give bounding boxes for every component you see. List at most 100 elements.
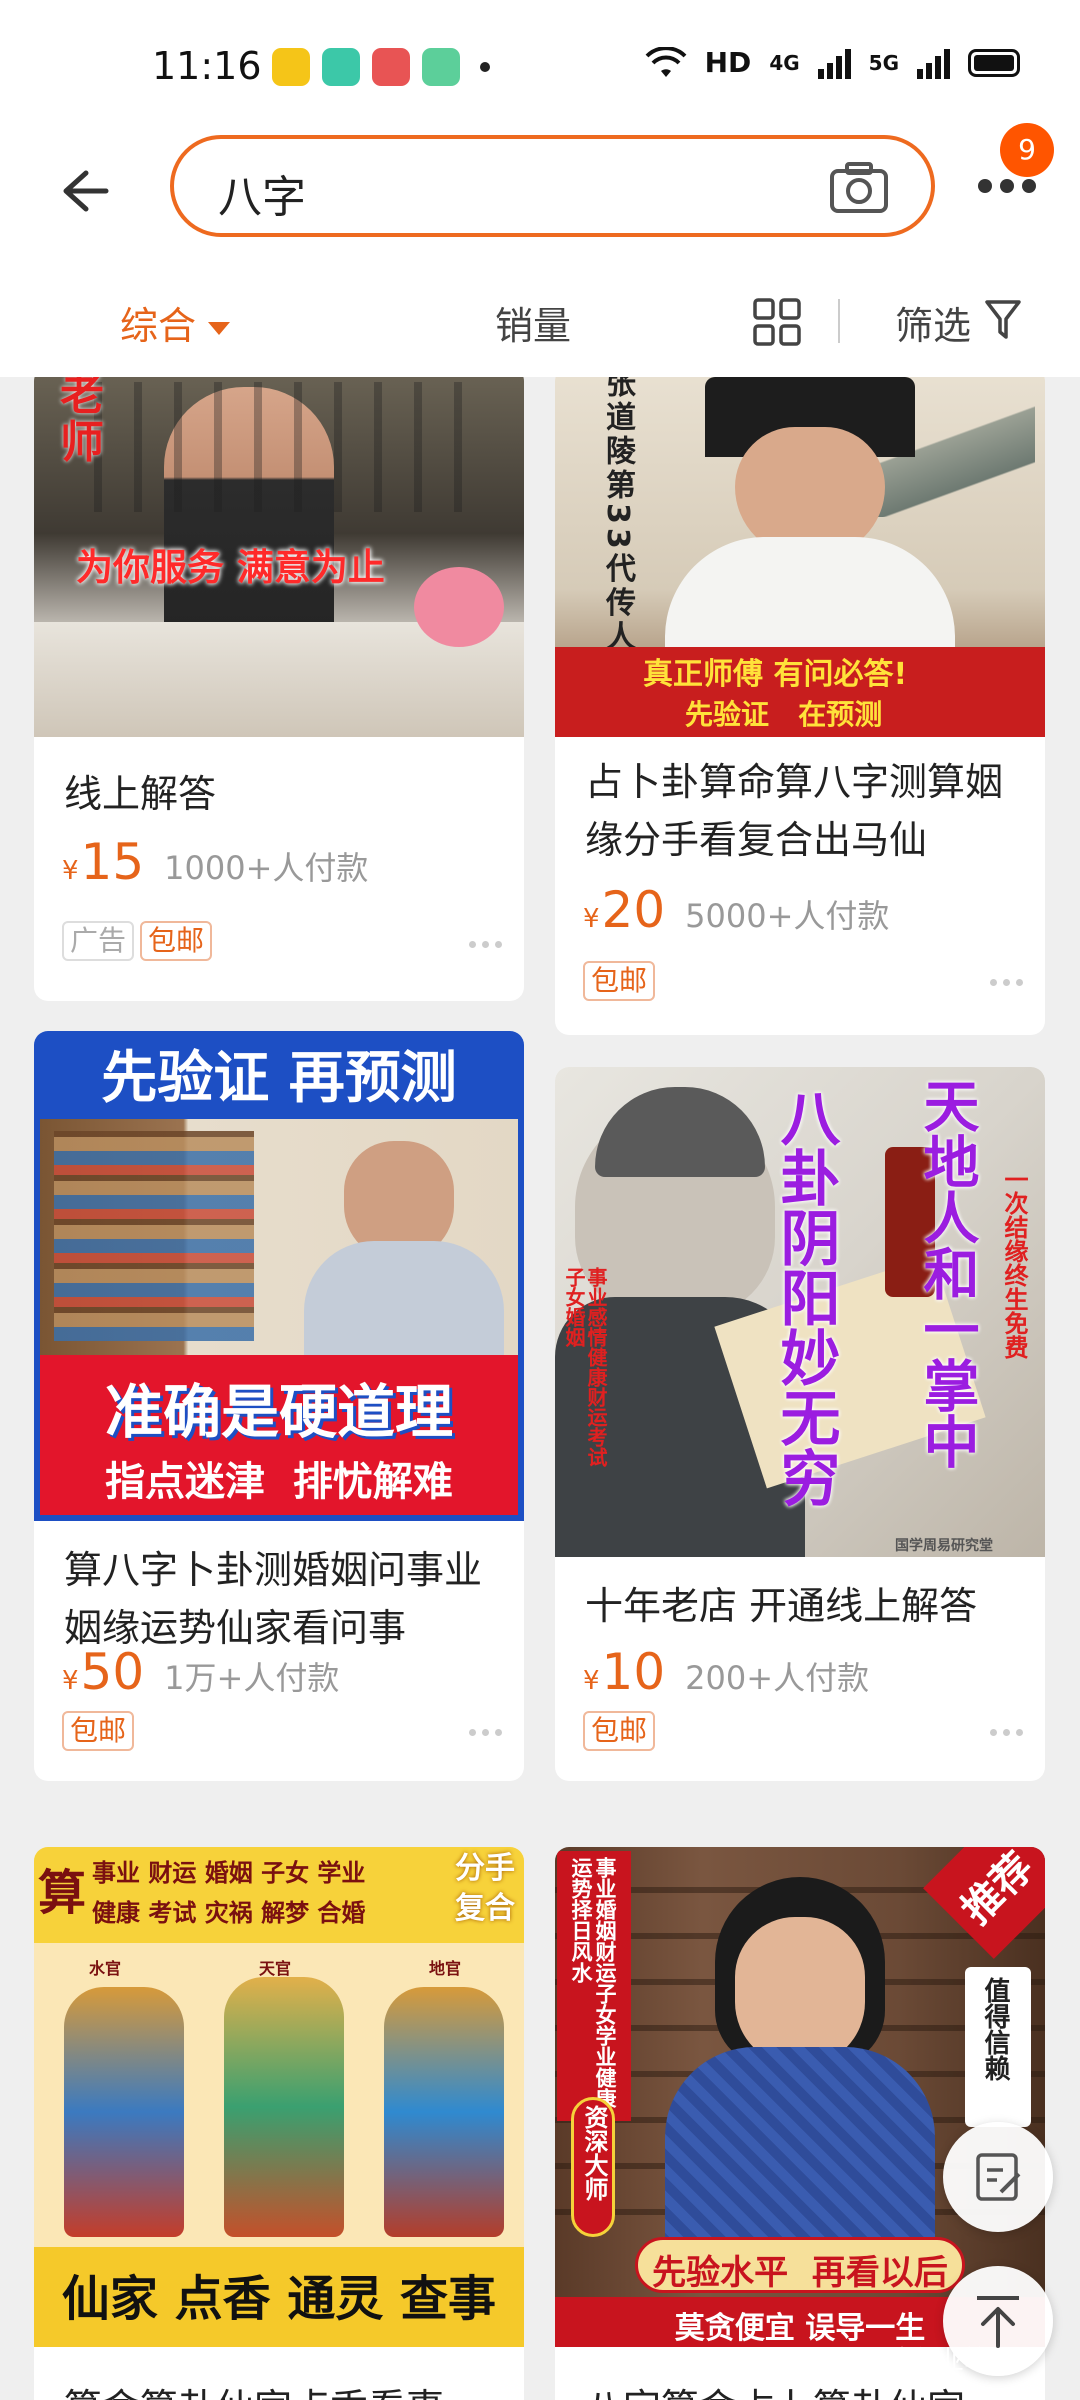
image-overlay-text: 先验水平 再看以后 (652, 2253, 948, 2293)
battery-icon (968, 48, 1020, 77)
product-card[interactable]: 先验证 再预测 准确是硬道理 指点迷津 排忧解难 算八字卜卦测婚姻问事业姻缘运势… (34, 1031, 524, 1781)
image-overlay-text: 指点迷津 排忧解难 (105, 1459, 453, 1505)
image-overlay-text: 八卦阴阳妙无穷 (770, 1087, 840, 1507)
more-options-icon[interactable] (469, 941, 502, 948)
product-image[interactable]: 老 师 为你服务 满意为止 (34, 377, 524, 737)
sales-count: 1000+人付款 (164, 849, 369, 887)
product-title[interactable]: 算八字卜卦测婚姻问事业姻缘运势仙家看问事 (64, 1541, 504, 1657)
price-row: ¥50 1万+人付款 (62, 1643, 339, 1701)
image-overlay-text: 水官 (89, 1959, 122, 1978)
app-notification-icon (272, 48, 310, 86)
currency-symbol: ¥ (62, 1666, 79, 1696)
product-card[interactable]: 张道陵第33代传人 真正师傅 有问必答! 先验证 在预测 占卜卦算命算八字测算姻… (555, 377, 1045, 1035)
image-overlay-text: 地官 (429, 1959, 462, 1978)
sort-bar: 综合 销量 筛选 (0, 265, 1080, 377)
product-tags: 包邮 (62, 1711, 135, 1751)
image-overlay-text: 健康 考试 灾祸 解梦 合婚 (92, 1899, 366, 1927)
image-overlay-text: 一次结缘终生免费 (1000, 1167, 1028, 1359)
product-price: 10 (601, 1643, 666, 1701)
signal-icon (817, 47, 851, 79)
image-overlay-text: 先验证 在预测 (685, 698, 883, 731)
5g-label: 5G (868, 50, 899, 75)
image-overlay-text: 师 (60, 417, 104, 468)
calendar-notification-icon (372, 48, 410, 86)
notification-icons (272, 48, 490, 86)
image-overlay-text: 值得信赖 (980, 1977, 1010, 2081)
filter-button[interactable]: 筛选 (895, 295, 971, 350)
free-shipping-tag: 包邮 (583, 1711, 656, 1751)
currency-symbol: ¥ (583, 1666, 600, 1696)
image-overlay-text: 真正师傅 有问必答! (643, 657, 908, 692)
filter-icon[interactable] (985, 299, 1021, 341)
price-row: ¥20 5000+人付款 (583, 881, 889, 939)
free-shipping-tag: 包邮 (140, 921, 213, 961)
product-price: 50 (80, 1643, 145, 1701)
image-overlay-text: 老 (60, 377, 104, 420)
product-card[interactable]: 老 师 为你服务 满意为止 线上解答 ¥15 1000+人付款 广告 包邮 (34, 377, 524, 1001)
edit-note-icon (976, 2153, 1021, 2201)
status-bar: 11:16 HD 4G 5G (0, 0, 1080, 135)
app-notification-icon (422, 48, 460, 86)
price-row: ¥10 200+人付款 (583, 1643, 869, 1701)
product-title[interactable]: 八字算命占卜算卦仙家 (585, 2379, 1025, 2400)
product-title[interactable]: 十年老店 开通线上解答 (585, 1577, 1025, 1635)
ad-tag: 广告 (62, 921, 135, 961)
image-overlay-text: 算 (38, 1865, 87, 1921)
message-count-badge: 9 (1000, 123, 1054, 177)
more-options-icon[interactable] (469, 1729, 502, 1736)
more-options-icon[interactable] (990, 979, 1023, 986)
image-overlay-text: 分手 复合 (455, 1851, 515, 1926)
wifi-icon (645, 46, 687, 77)
product-price: 20 (601, 881, 666, 939)
product-card[interactable]: 八卦阴阳妙无穷 天地人和一掌中 一次结缘终生免费 事业感情健康财运考试子女婚姻 … (555, 1067, 1045, 1781)
image-overlay-text: 事业婚姻财运子女学业健康运势择日风水 (569, 1857, 617, 2109)
more-menu-button[interactable] (978, 179, 1036, 193)
tab-label: 综合 (120, 304, 197, 348)
price-row: ¥15 1000+人付款 (62, 833, 368, 891)
hd-label: HD (704, 46, 752, 79)
sales-count: 200+人付款 (685, 1659, 870, 1697)
image-overlay-text: 为你服务 满意为止 (76, 546, 385, 589)
product-title[interactable]: 算命算卦仙家点香看事 (64, 2379, 504, 2400)
product-image[interactable]: 算 事业 财运 婚姻 子女 学业 健康 考试 灾祸 解梦 合婚 分手 复合 水官… (34, 1847, 524, 2347)
image-overlay-text: 天官 (259, 1959, 292, 1978)
4g-label: 4G (769, 50, 800, 75)
image-overlay-text: 张道陵第33代传人 (600, 377, 635, 655)
product-image[interactable]: 先验证 再预测 准确是硬道理 指点迷津 排忧解难 (34, 1031, 524, 1521)
camera-icon[interactable] (829, 161, 889, 215)
tab-sales[interactable]: 销量 (495, 295, 571, 350)
product-price: 15 (80, 833, 145, 891)
image-overlay-text: 事业 财运 婚姻 子女 学业 (92, 1859, 366, 1887)
image-overlay-text: 国学周易研究堂 (895, 1538, 993, 1554)
product-title[interactable]: 线上解答 (64, 765, 504, 823)
image-overlay-text: 先验证 再预测 (101, 1046, 457, 1111)
product-card[interactable]: 算 事业 财运 婚姻 子女 学业 健康 考试 灾祸 解梦 合婚 分手 复合 水官… (34, 1847, 524, 2400)
image-overlay-text: 事业感情健康财运考试子女婚姻 (562, 1267, 608, 1467)
free-shipping-tag: 包邮 (62, 1711, 135, 1751)
image-overlay-text: 资深大师 (580, 2105, 608, 2201)
free-shipping-tag: 包邮 (583, 961, 656, 1001)
product-title[interactable]: 占卜卦算命算八字测算姻缘分手看复合出马仙 (585, 753, 1025, 869)
product-image[interactable]: 八卦阴阳妙无穷 天地人和一掌中 一次结缘终生免费 事业感情健康财运考试子女婚姻 … (555, 1067, 1045, 1557)
search-query[interactable]: 八字 (218, 161, 306, 225)
back-arrow-icon[interactable] (56, 163, 112, 219)
system-icons: HD 4G 5G (645, 46, 1020, 79)
filter-label: 筛选 (895, 304, 972, 348)
tab-comprehensive[interactable]: 综合 (120, 295, 231, 350)
sales-count: 1万+人付款 (164, 1659, 340, 1697)
feedback-button[interactable] (943, 2122, 1053, 2232)
app-notification-icon (322, 48, 360, 86)
search-header: 八字 9 (0, 123, 1080, 265)
product-image[interactable]: 张道陵第33代传人 真正师傅 有问必答! 先验证 在预测 (555, 377, 1045, 737)
tab-label: 销量 (495, 304, 572, 348)
search-input[interactable]: 八字 (170, 135, 935, 237)
image-overlay-text: 准确是硬道理 (104, 1378, 453, 1446)
sales-count: 5000+人付款 (685, 897, 890, 935)
signal-icon (917, 47, 950, 79)
layout-toggle-icon[interactable] (752, 297, 802, 347)
more-options-icon[interactable] (990, 1729, 1023, 1736)
product-feed[interactable]: 老 师 为你服务 满意为止 线上解答 ¥15 1000+人付款 广告 包邮 张道… (0, 377, 1080, 2400)
product-tags: 包邮 (583, 961, 656, 1001)
image-overlay-text: 仙家 点香 通灵 查事 (61, 2271, 497, 2327)
currency-symbol: ¥ (62, 856, 79, 886)
